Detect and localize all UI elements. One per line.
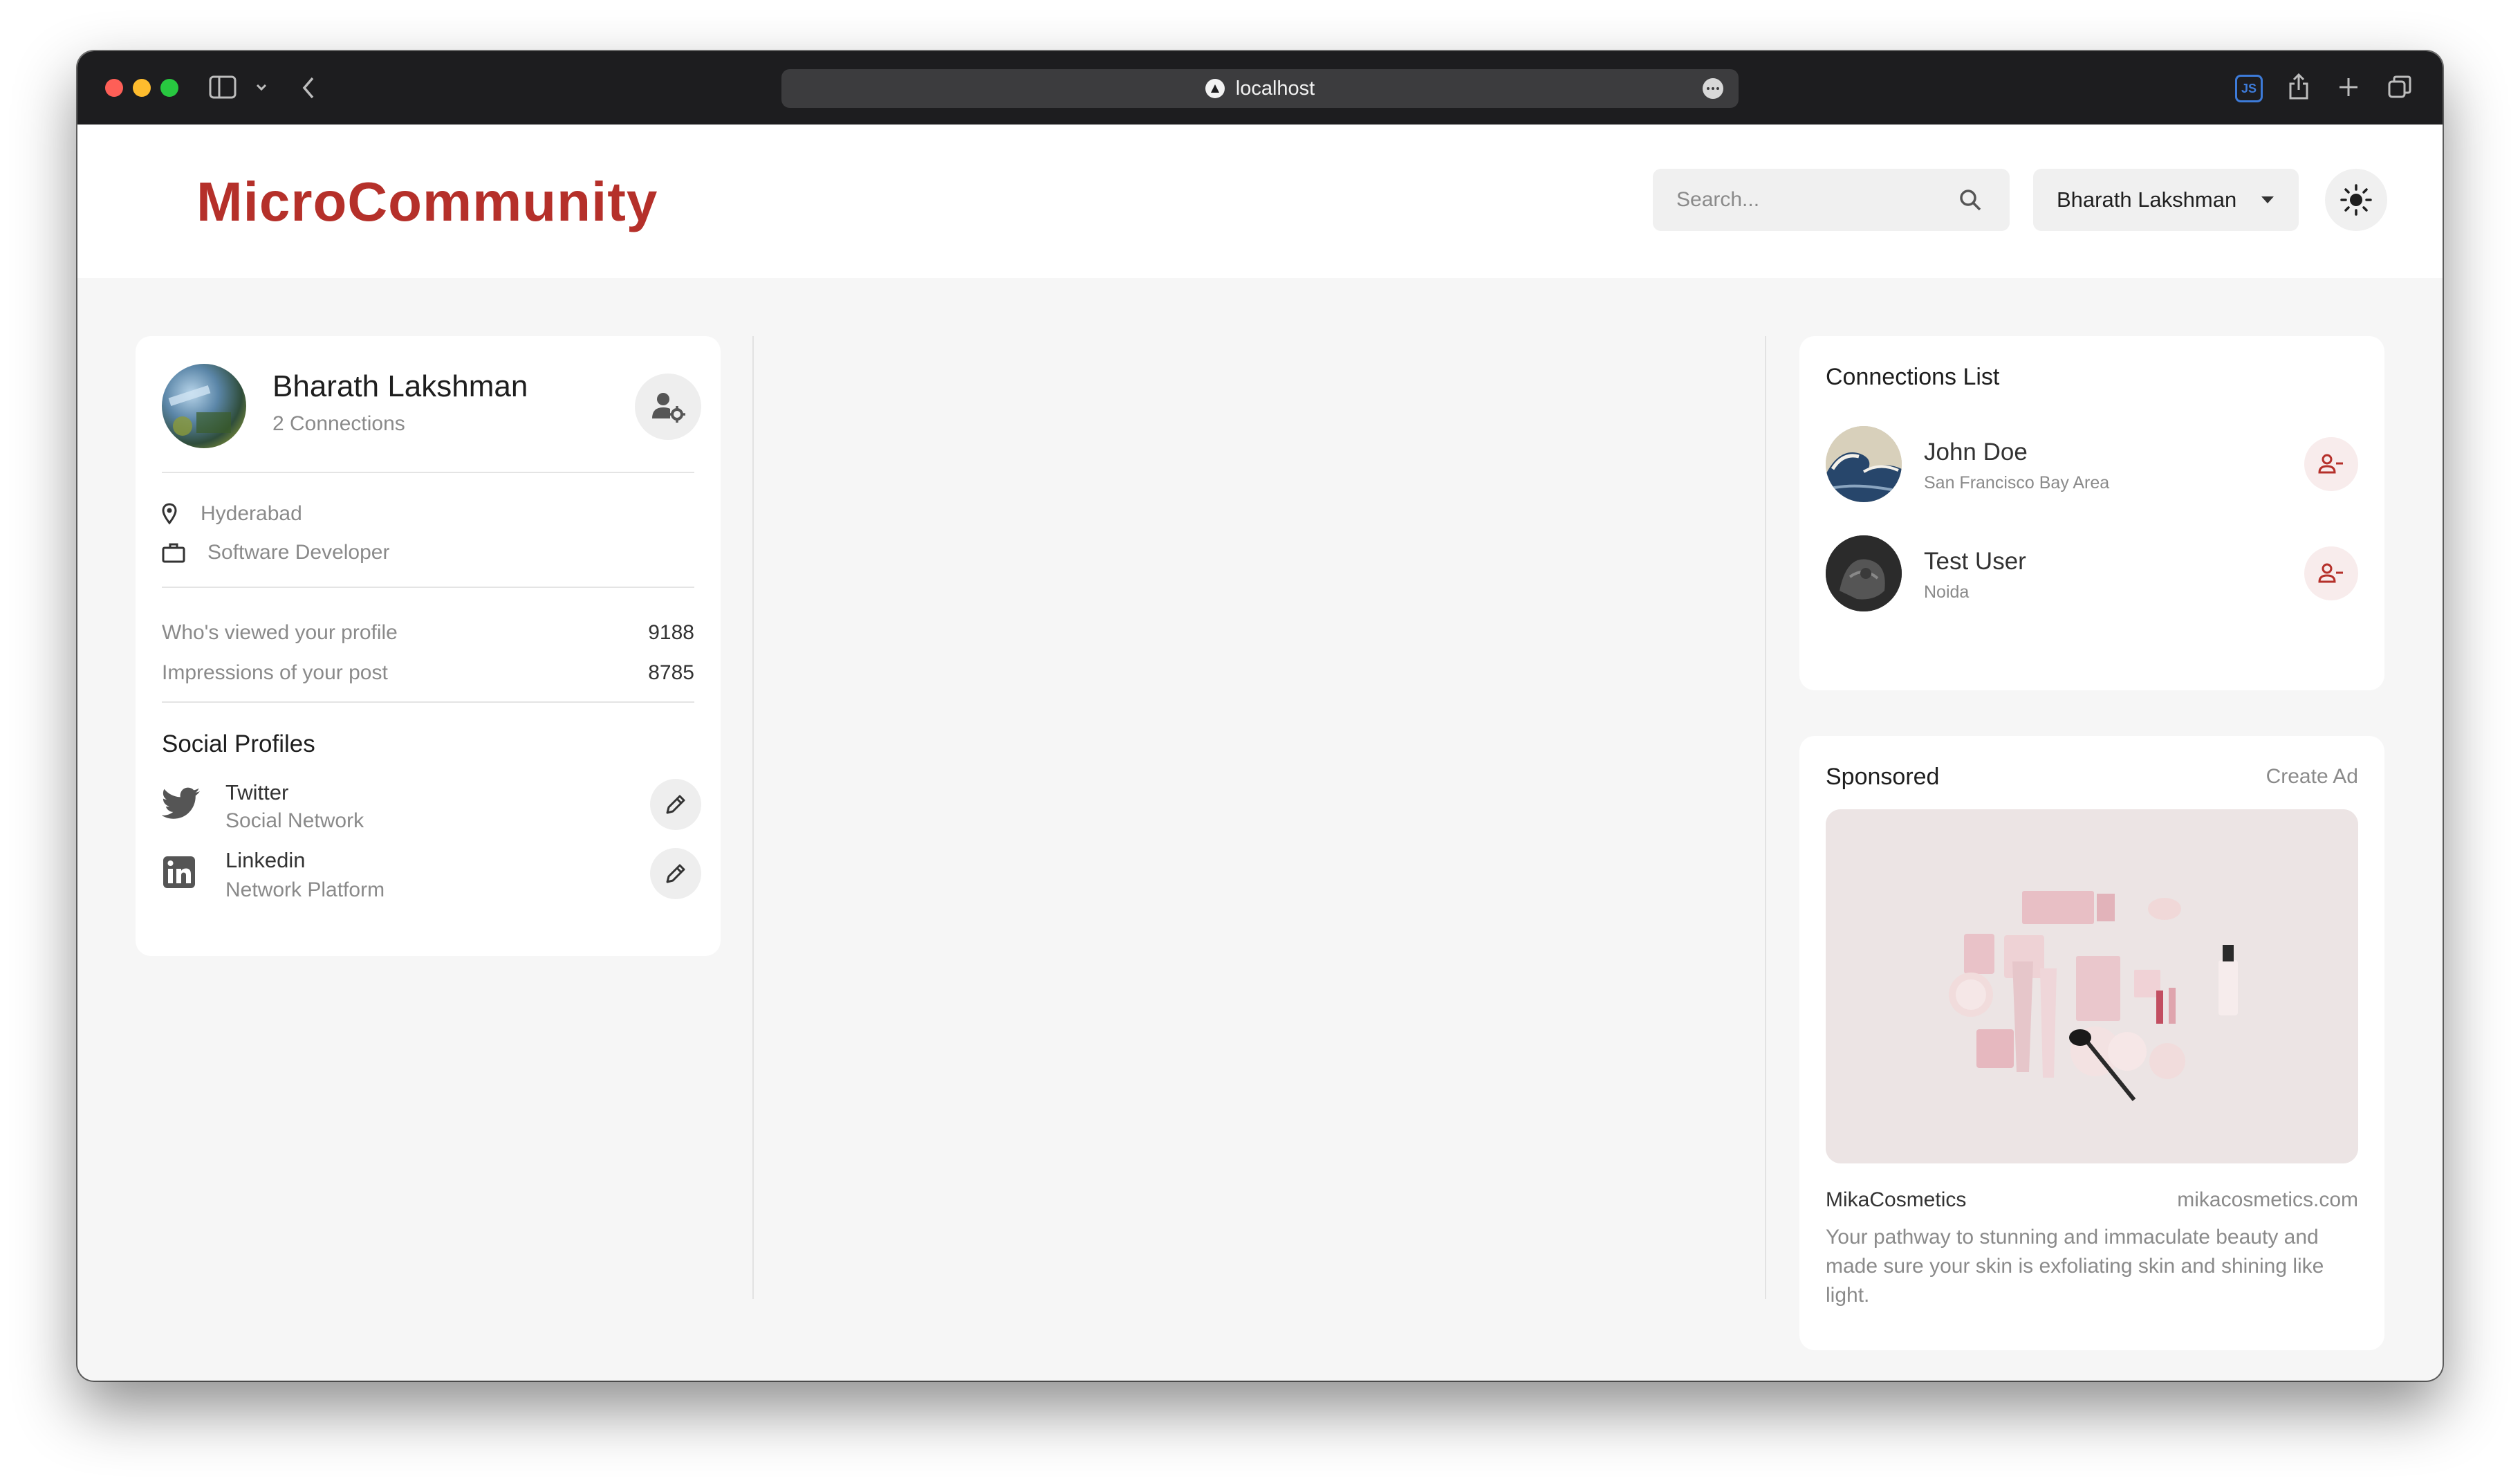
site-icon: [1205, 79, 1225, 98]
minimize-window-button[interactable]: [133, 79, 151, 97]
more-icon[interactable]: [1703, 78, 1723, 99]
profile-connections-count[interactable]: 2 Connections: [272, 412, 405, 436]
new-tab-icon[interactable]: [2337, 76, 2360, 98]
tabs-overview-icon[interactable]: [2387, 75, 2412, 100]
divider: [162, 472, 694, 473]
pencil-icon: [666, 864, 685, 883]
app-logo[interactable]: MicroCommunity: [196, 170, 658, 234]
caret-down-icon: [2261, 196, 2274, 203]
sponsored-heading: Sponsored: [1826, 764, 1940, 790]
connection-name[interactable]: John Doe: [1924, 439, 2028, 466]
user-dropdown[interactable]: Bharath Lakshman: [2033, 169, 2299, 231]
manage-profile-button[interactable]: [635, 374, 701, 440]
connection-avatar-john-doe[interactable]: [1826, 426, 1902, 502]
location-pin-icon: [162, 503, 177, 525]
browser-window: localhost JS MicroCommunity Bharath Laks…: [77, 51, 2443, 1381]
person-remove-icon: [2318, 454, 2343, 474]
search-box: [1653, 169, 2010, 231]
sponsored-card: Sponsored Create Ad MikaCosmetics mikaco…: [1799, 736, 2384, 1350]
js-extension-icon[interactable]: JS: [2235, 75, 2263, 102]
ad-brand[interactable]: MikaCosmetics: [1826, 1188, 1966, 1212]
social-profiles-heading: Social Profiles: [162, 730, 315, 757]
profile-views-label: Who's viewed your profile: [162, 621, 398, 644]
social-name-twitter[interactable]: Twitter: [225, 780, 288, 805]
user-dropdown-label: Bharath Lakshman: [2057, 187, 2237, 212]
back-icon[interactable]: [302, 76, 315, 100]
occupation-row: Software Developer: [162, 541, 389, 564]
social-name-linkedin[interactable]: Linkedin: [225, 848, 305, 873]
social-type-twitter: Social Network: [225, 809, 364, 832]
theme-toggle-button[interactable]: [2325, 169, 2387, 231]
profile-card: Bharath Lakshman 2 Connections Hyderabad…: [136, 336, 721, 956]
search-input[interactable]: [1676, 169, 1953, 231]
profile-avatar[interactable]: [162, 364, 246, 448]
ad-url[interactable]: mikacosmetics.com: [2177, 1188, 2358, 1212]
connection-location: San Francisco Bay Area: [1924, 473, 2110, 492]
location-text: Hyderabad: [201, 502, 302, 525]
share-icon[interactable]: [2288, 72, 2310, 101]
divider: [162, 701, 694, 703]
divider: [162, 587, 694, 588]
connections-heading: Connections List: [1826, 364, 2000, 390]
create-ad-link[interactable]: Create Ad: [2266, 765, 2358, 789]
browser-titlebar: localhost JS: [77, 51, 2443, 125]
sidebar-toggle-icon[interactable]: [209, 75, 237, 100]
search-icon[interactable]: [1958, 188, 1982, 214]
linkedin-icon: [162, 855, 196, 892]
zoom-window-button[interactable]: [160, 79, 178, 97]
remove-connection-button[interactable]: [2304, 546, 2358, 600]
edit-twitter-button[interactable]: [650, 779, 701, 830]
sun-icon: [2340, 184, 2372, 216]
connection-avatar-test-user[interactable]: [1826, 535, 1902, 611]
address-bar[interactable]: localhost: [781, 69, 1739, 108]
briefcase-icon: [162, 543, 185, 563]
ad-description: Your pathway to stunning and immaculate …: [1826, 1226, 2324, 1307]
connection-location: Noida: [1924, 582, 1970, 602]
social-type-linkedin: Network Platform: [225, 878, 385, 901]
app-header: MicroCommunity Bharath Lakshman: [77, 125, 2443, 278]
connections-card: Connections List John Doe San Francisco …: [1799, 336, 2384, 690]
location-row: Hyderabad: [162, 502, 302, 526]
occupation-text: Software Developer: [207, 541, 390, 564]
connection-name[interactable]: Test User: [1924, 548, 2026, 575]
url-text: localhost: [1235, 77, 1315, 100]
profile-views-value: 9188: [648, 621, 694, 644]
person-remove-icon: [2318, 563, 2343, 583]
user-settings-icon: [652, 393, 685, 423]
twitter-icon: [161, 787, 201, 823]
ad-image[interactable]: [1826, 809, 2358, 1163]
post-impressions-value: 8785: [648, 661, 694, 684]
edit-linkedin-button[interactable]: [650, 848, 701, 899]
feed-column: [752, 336, 1766, 1299]
profile-name[interactable]: Bharath Lakshman: [272, 369, 528, 404]
chevron-down-icon[interactable]: [256, 83, 267, 91]
remove-connection-button[interactable]: [2304, 437, 2358, 491]
pencil-icon: [666, 795, 685, 814]
close-window-button[interactable]: [105, 79, 123, 97]
post-impressions-label: Impressions of your post: [162, 661, 388, 684]
